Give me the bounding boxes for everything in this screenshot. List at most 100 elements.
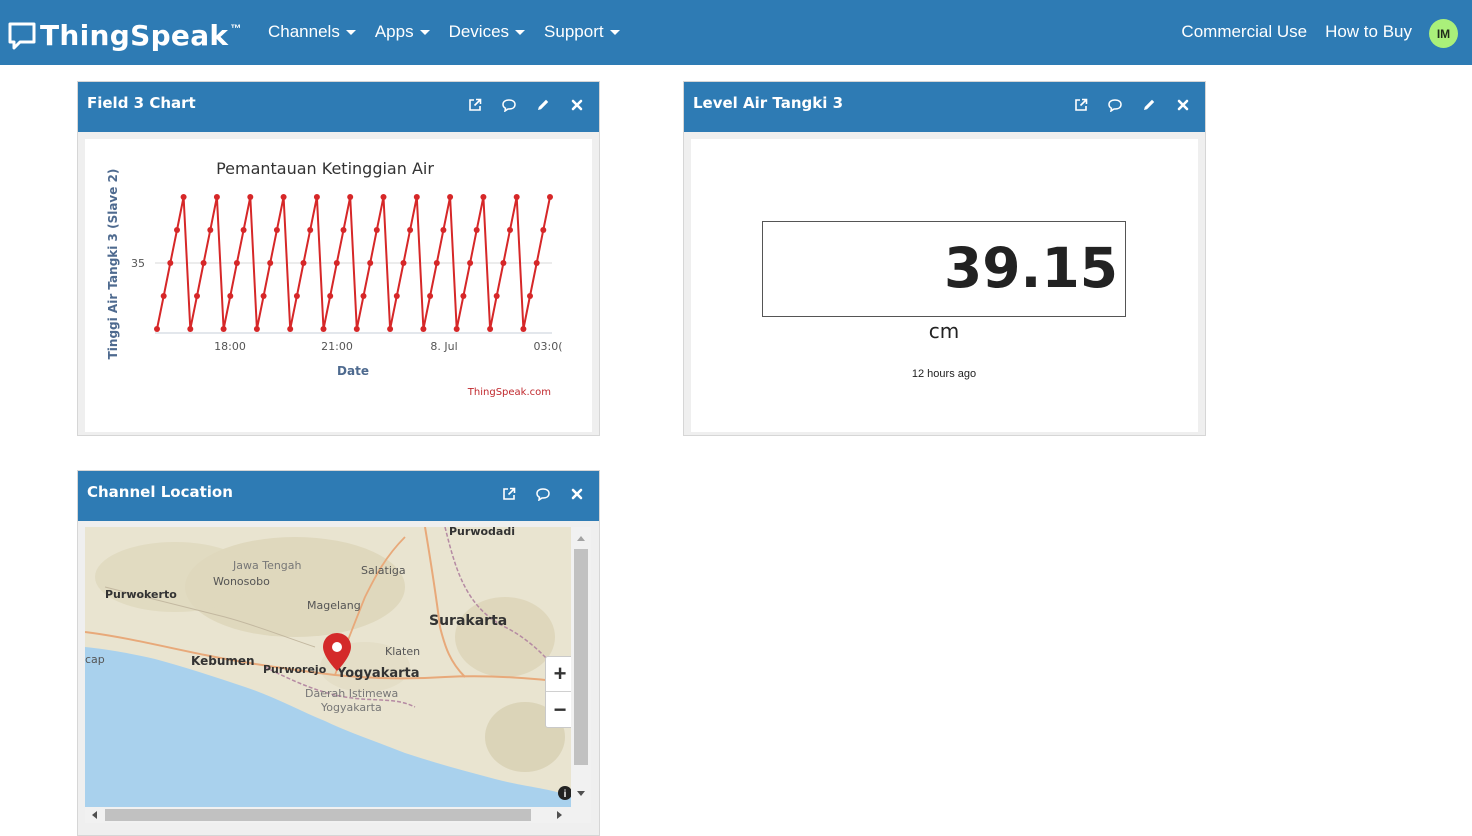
place-label: Salatiga — [361, 564, 406, 577]
nav-how-to-buy[interactable]: How to Buy — [1325, 22, 1412, 42]
data-point — [200, 260, 207, 266]
caret-down-icon — [419, 30, 430, 35]
data-point — [393, 293, 400, 299]
data-point — [273, 227, 280, 233]
data-point — [547, 194, 553, 200]
data-point — [300, 260, 307, 266]
close-icon[interactable] — [568, 96, 585, 113]
data-point — [467, 260, 474, 266]
brand-name: ThingSpeak — [40, 18, 229, 52]
data-point — [160, 293, 167, 299]
widget-header: Channel Location — [78, 471, 599, 521]
data-point — [240, 227, 247, 233]
close-icon[interactable] — [568, 485, 585, 502]
channel-location-widget: Channel Location Purwodadi Jawa Tengah W… — [77, 470, 600, 836]
widget-title: Level Air Tangki 3 — [693, 94, 844, 112]
data-point — [373, 227, 380, 233]
data-point — [174, 227, 180, 233]
place-label: Klaten — [385, 645, 420, 658]
location-map[interactable]: Purwodadi Jawa Tengah Wonosobo Salatiga … — [85, 527, 591, 823]
data-point — [447, 194, 454, 200]
pencil-icon[interactable] — [534, 96, 551, 113]
comment-icon[interactable] — [1106, 96, 1123, 113]
map-canvas[interactable]: Purwodadi Jawa Tengah Wonosobo Salatiga … — [85, 527, 591, 823]
nav-devices-label: Devices — [448, 22, 510, 41]
vertical-scrollbar[interactable] — [571, 527, 591, 807]
place-label: Jawa Tengah — [232, 559, 302, 572]
scroll-up-icon[interactable] — [571, 529, 591, 547]
caret-down-icon — [609, 30, 620, 35]
external-link-icon[interactable] — [1072, 96, 1089, 113]
data-point — [287, 326, 294, 332]
water-level-chart: Pemantauan Ketinggian Air Tinggi Air Tan… — [106, 159, 563, 398]
data-point — [267, 260, 274, 266]
data-point — [180, 194, 187, 200]
thingspeak-logo[interactable]: ThingSpeak ™ — [8, 18, 241, 52]
place-label: Yogyakarta — [336, 666, 420, 681]
data-point — [247, 194, 254, 200]
speech-bubble-logo-icon — [8, 22, 36, 50]
horizontal-scroll-thumb[interactable] — [105, 809, 531, 821]
numeric-display-area: 39.15 cm 12 hours ago — [691, 139, 1198, 432]
data-point — [227, 293, 234, 299]
place-label: cap — [85, 653, 105, 666]
data-point — [340, 227, 347, 233]
scroll-down-icon[interactable] — [571, 785, 591, 803]
chart-credit[interactable]: ThingSpeak.com — [467, 387, 551, 398]
nav-devices[interactable]: Devices — [448, 22, 526, 42]
caret-down-icon — [345, 30, 356, 35]
data-point — [407, 227, 414, 233]
data-point — [293, 293, 300, 299]
comment-icon[interactable] — [534, 485, 551, 502]
terrain-shade — [455, 597, 555, 677]
scroll-left-icon[interactable] — [85, 807, 103, 823]
trademark: ™ — [230, 23, 242, 35]
nav-commercial-use[interactable]: Commercial Use — [1181, 22, 1307, 42]
horizontal-scrollbar[interactable] — [85, 807, 591, 823]
data-point — [280, 194, 287, 200]
field-chart-widget: Field 3 Chart Pemantauan Ketinggian Air … — [77, 81, 600, 436]
place-label: Daerah Istimewa — [305, 687, 398, 700]
data-point — [207, 227, 214, 233]
widget-title: Channel Location — [87, 483, 233, 501]
nav-support-label: Support — [544, 22, 604, 41]
data-point — [313, 194, 320, 200]
scroll-right-icon[interactable] — [551, 807, 569, 823]
data-point — [493, 293, 500, 299]
top-navbar: ThingSpeak ™ Channels Apps Devices Suppo… — [0, 0, 1472, 65]
nav-apps[interactable]: Apps — [375, 22, 430, 42]
map-info-glyph: i — [564, 789, 567, 800]
data-point — [380, 194, 387, 200]
nav-support[interactable]: Support — [544, 22, 620, 42]
chart-ylabel: Tinggi Air Tangki 3 (Slave 2) — [106, 169, 120, 360]
data-point — [427, 293, 434, 299]
data-point — [194, 293, 200, 299]
vertical-scroll-thumb[interactable] — [574, 549, 588, 765]
widget-header: Level Air Tangki 3 — [684, 82, 1205, 132]
user-avatar[interactable]: IM — [1429, 19, 1458, 48]
external-link-icon[interactable] — [466, 96, 483, 113]
x-tick-label: 18:00 — [214, 340, 246, 353]
data-point — [233, 260, 240, 266]
chart-xlabel: Date — [337, 364, 369, 378]
data-point — [540, 227, 547, 233]
external-link-icon[interactable] — [500, 485, 517, 502]
data-point — [473, 227, 480, 233]
pencil-icon[interactable] — [1140, 96, 1157, 113]
data-point — [253, 326, 260, 332]
place-label: Wonosobo — [213, 575, 270, 588]
data-point — [420, 326, 427, 332]
data-point — [353, 326, 360, 332]
last-updated: 12 hours ago — [911, 368, 977, 380]
zoom-out-button[interactable]: − — [546, 692, 574, 727]
data-point — [520, 326, 527, 332]
close-icon[interactable] — [1174, 96, 1191, 113]
place-label: Purwodadi — [449, 527, 515, 538]
place-label: Purwokerto — [105, 588, 177, 601]
data-point — [360, 293, 367, 299]
widget-title: Field 3 Chart — [87, 94, 196, 112]
comment-icon[interactable] — [500, 96, 517, 113]
data-point — [154, 326, 160, 332]
zoom-in-button[interactable]: + — [546, 657, 574, 692]
nav-channels[interactable]: Channels — [268, 22, 356, 42]
